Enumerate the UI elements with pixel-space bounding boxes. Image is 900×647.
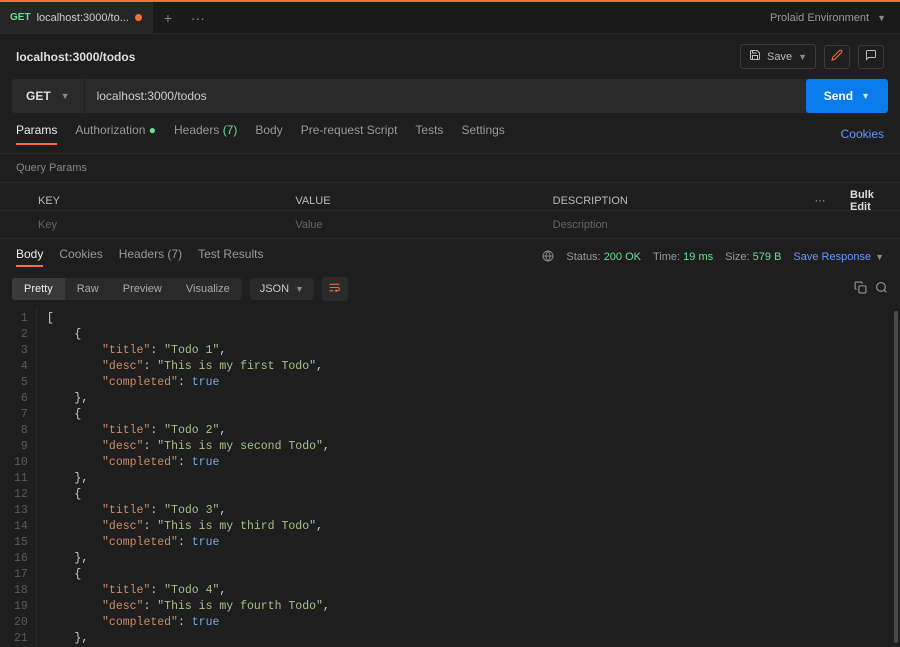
tab-overflow-button[interactable]: ··· [183,10,213,26]
request-tabs: Params Authorization ● Headers (7) Body … [0,123,900,154]
format-selector[interactable]: JSON ▼ [250,278,314,300]
code-content[interactable]: [ { "title": "Todo 1", "desc": "This is … [37,307,900,647]
chevron-down-icon: ▼ [861,91,870,101]
method-selector[interactable]: GET ▼ [12,79,85,113]
col-value: VALUE [285,189,542,213]
save-icon [749,49,761,64]
cookies-link[interactable]: Cookies [841,127,884,141]
unsaved-indicator-icon [135,14,142,21]
environment-label: Prolaid Environment [770,12,869,24]
tab-title: localhost:3000/to... [37,12,129,24]
resp-tab-test-results[interactable]: Test Results [198,247,263,267]
view-raw[interactable]: Raw [65,278,111,300]
value-input[interactable]: Value [285,213,542,237]
response-header: Body Cookies Headers (7) Test Results St… [0,238,900,271]
bulk-edit-button[interactable]: Bulk Edit [840,183,900,219]
tab-headers[interactable]: Headers (7) [174,123,237,145]
tab-tests[interactable]: Tests [415,123,443,145]
save-button[interactable]: Save ▼ [740,44,816,69]
auth-active-indicator-icon: ● [149,123,156,137]
col-description: DESCRIPTION [543,189,800,213]
method-label: GET [26,89,51,103]
url-input[interactable]: localhost:3000/todos [85,79,798,113]
top-tab-bar: GET localhost:3000/to... + ··· Prolaid E… [0,0,900,34]
tab-params[interactable]: Params [16,123,57,145]
url-bar: GET ▼ localhost:3000/todos Send ▼ [12,79,888,113]
edit-button[interactable] [824,45,850,69]
tab-prerequest[interactable]: Pre-request Script [301,123,398,145]
send-button[interactable]: Send ▼ [806,79,888,113]
tab-method-badge: GET [10,12,31,23]
comment-button[interactable] [858,45,884,69]
save-label: Save [767,51,792,63]
chevron-down-icon: ▼ [295,284,304,294]
request-tab[interactable]: GET localhost:3000/to... [0,2,153,33]
view-mode-tabs: Pretty Raw Preview Visualize [12,278,242,300]
view-visualize[interactable]: Visualize [174,278,242,300]
size-label: Size: 579 B [725,251,781,263]
column-options-button[interactable]: ··· [800,189,840,213]
scrollbar[interactable] [894,311,898,643]
tab-authorization[interactable]: Authorization ● [75,123,156,145]
status-label: Status: 200 OK [566,251,641,263]
send-label: Send [824,89,853,103]
request-title-bar: localhost:3000/todos Save ▼ [0,34,900,79]
line-gutter: 1234567891011121314151617181920212223242… [0,307,37,647]
col-key: KEY [28,189,285,213]
comment-icon [865,49,877,64]
tab-body[interactable]: Body [255,123,282,145]
chevron-down-icon: ▼ [61,91,70,101]
resp-tab-body[interactable]: Body [16,247,43,267]
copy-button[interactable] [854,281,867,297]
view-preview[interactable]: Preview [111,278,174,300]
save-response-button[interactable]: Save Response ▼ [793,251,884,263]
network-icon [542,250,554,265]
key-input[interactable]: Key [28,213,285,237]
wrap-lines-button[interactable] [322,277,348,301]
chevron-down-icon: ▼ [798,52,807,62]
request-title: localhost:3000/todos [16,50,135,64]
new-tab-button[interactable]: + [153,10,183,26]
search-button[interactable] [875,281,888,297]
tab-settings[interactable]: Settings [461,123,504,145]
description-input[interactable]: Description [543,213,800,237]
pencil-icon [831,49,843,64]
response-toolbar: Pretty Raw Preview Visualize JSON ▼ [0,271,900,307]
table-row[interactable]: Key Value Description [0,210,900,238]
query-params-table: KEY VALUE DESCRIPTION ··· Bulk Edit Key … [0,182,900,238]
response-body: 1234567891011121314151617181920212223242… [0,307,900,647]
environment-selector[interactable]: Prolaid Environment ▼ [756,12,900,24]
resp-tab-headers[interactable]: Headers (7) [119,247,182,267]
resp-tab-cookies[interactable]: Cookies [59,247,102,267]
query-params-heading: Query Params [0,154,900,182]
chevron-down-icon: ▼ [875,252,884,262]
wrap-icon [328,281,341,297]
table-header-row: KEY VALUE DESCRIPTION ··· Bulk Edit [0,182,900,210]
time-label: Time: 19 ms [653,251,713,263]
view-pretty[interactable]: Pretty [12,278,65,300]
chevron-down-icon: ▼ [877,13,886,23]
